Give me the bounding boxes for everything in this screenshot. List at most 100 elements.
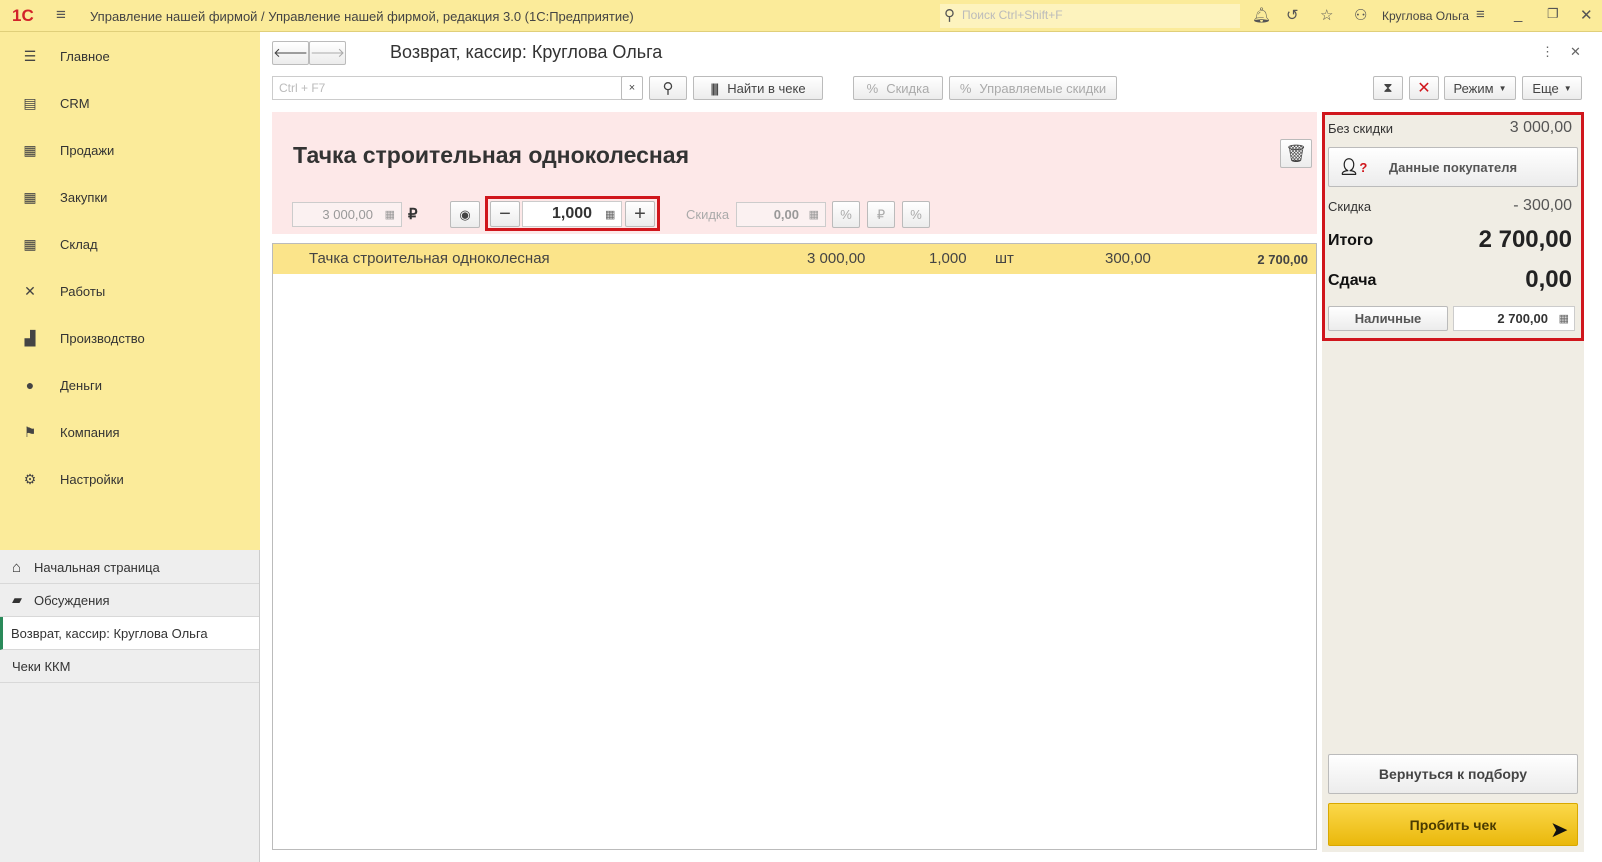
calculator-icon[interactable]: ▦ xyxy=(1559,312,1569,325)
cart-icon: ▦ xyxy=(23,141,37,158)
table-row[interactable]: Тачка строительная одноколесная 3 000,00… xyxy=(273,244,1316,274)
sidebar-item-label: Главное xyxy=(60,48,110,64)
sidebar-item-settings[interactable]: ⚙ Настройки xyxy=(0,464,259,494)
more-options-icon[interactable]: ⋮ xyxy=(1541,44,1554,60)
chevron-down-icon: ▼ xyxy=(1498,83,1507,93)
hourglass-button[interactable]: ⧗ xyxy=(1373,76,1403,100)
restore-icon[interactable]: ❐ xyxy=(1547,6,1559,22)
sidebar-item-label: Склад xyxy=(60,236,98,252)
increase-quantity-button[interactable]: + xyxy=(625,201,655,227)
no-discount-label: Без скидки xyxy=(1328,121,1394,136)
flag-icon: ⚑ xyxy=(23,423,37,440)
back-button[interactable]: 🡐 xyxy=(272,41,309,65)
open-item-label: Возврат, кассир: Круглова Ольга xyxy=(11,625,208,641)
price-field[interactable]: 3 000,00 ▦ xyxy=(292,202,402,227)
search-button[interactable]: ⚲ xyxy=(649,76,687,100)
sidebar-item-label: Настройки xyxy=(60,471,124,487)
sidebar-item-purchases[interactable]: ▦ Закупки xyxy=(0,182,259,212)
sidebar-item-crm[interactable]: ▤ CRM xyxy=(0,88,259,118)
page-title: Возврат, кассир: Круглова Ольга xyxy=(390,42,663,62)
sidebar-item-label: Производство xyxy=(60,330,145,346)
bell-icon[interactable]: 🔔︎ xyxy=(1252,6,1271,24)
quantity-value: 1,000 xyxy=(551,205,593,222)
plus-icon: + xyxy=(634,202,646,225)
sidebar-item-sales[interactable]: ▦ Продажи xyxy=(0,135,259,165)
button-label: Данные покупателя xyxy=(1388,159,1518,175)
view-button[interactable]: ◉ xyxy=(450,201,480,228)
discount-field[interactable]: 0,00 ▦ xyxy=(736,202,826,227)
discount-value: 0,00 xyxy=(773,207,799,222)
forward-button[interactable]: 🡒 xyxy=(309,41,346,65)
clear-search-button[interactable]: × xyxy=(621,76,643,100)
sidebar-item-production[interactable]: ▟ Производство xyxy=(0,323,259,353)
open-item-receipts[interactable]: Чеки ККМ xyxy=(0,650,259,683)
print-receipt-button[interactable]: Пробить чек xyxy=(1328,803,1578,846)
main-menu-icon[interactable]: ≡ xyxy=(56,5,66,25)
button-label: Скидка xyxy=(886,80,930,96)
factory-icon: ▟ xyxy=(24,329,36,346)
no-discount-value: 3 000,00 xyxy=(1509,119,1572,136)
cash-value: 2 700,00 xyxy=(1497,311,1548,326)
button-label: Еще xyxy=(1532,80,1559,96)
sidebar-item-warehouse[interactable]: ▦ Склад xyxy=(0,229,259,259)
user-name[interactable]: Круглова Ольга xyxy=(1382,9,1469,23)
button-label: Управляемые скидки xyxy=(979,80,1107,96)
discount-button[interactable]: % Скидка xyxy=(853,76,943,100)
managed-discount-button[interactable]: % xyxy=(902,201,930,228)
search-placeholder: Ctrl + F7 xyxy=(279,81,326,95)
discount-label: Скидка xyxy=(1328,199,1372,214)
ruble-icon: ₽ xyxy=(876,206,886,222)
sidebar-item-company[interactable]: ⚑ Компания xyxy=(0,417,259,447)
open-item-home[interactable]: ⌂ Начальная страница xyxy=(0,551,259,584)
button-label: Найти в чеке xyxy=(727,80,806,96)
ruble-discount-button[interactable]: ₽ xyxy=(867,201,895,228)
search-icon: ⚲ xyxy=(944,7,955,24)
back-to-selection-button[interactable]: Вернуться к подбору xyxy=(1328,754,1578,794)
sidebar-item-money[interactable]: ● Деньги xyxy=(0,370,259,400)
change-value: 0,00 xyxy=(1525,266,1572,293)
calculator-icon[interactable]: ▦ xyxy=(605,208,615,221)
managed-discounts-button[interactable]: % Управляемые скидки xyxy=(949,76,1117,100)
calculator-icon[interactable]: ▦ xyxy=(809,208,819,221)
star-icon[interactable]: ☆ xyxy=(1320,6,1333,24)
sidebar-item-label: Продажи xyxy=(60,142,115,158)
percent-discount-button[interactable]: % xyxy=(832,201,860,228)
mode-dropdown[interactable]: Режим ▼ xyxy=(1444,76,1516,100)
customer-data-button[interactable]: 👤︎? Данные покупателя xyxy=(1328,147,1578,187)
barcode-search-input[interactable]: Ctrl + F7 xyxy=(272,76,622,100)
open-item-discussions[interactable]: ▰ Обсуждения xyxy=(0,584,259,617)
receipt-table: Тачка строительная одноколесная 3 000,00… xyxy=(272,243,1317,850)
percent-icon: % xyxy=(840,207,852,222)
chat-icon: ▰ xyxy=(12,592,22,607)
product-name: Тачка строительная одноколесная xyxy=(293,142,689,168)
sidebar-item-main[interactable]: ☰ Главное xyxy=(0,41,259,71)
decrease-quantity-button[interactable]: − xyxy=(490,201,520,227)
close-icon[interactable]: ✕ xyxy=(1580,6,1593,24)
crm-icon: ▤ xyxy=(23,94,37,111)
minimize-icon[interactable]: _ xyxy=(1514,6,1522,23)
close-icon: ✕ xyxy=(1417,80,1431,97)
trash-icon: 🗑︎ xyxy=(1285,143,1307,163)
history-icon[interactable]: ↺ xyxy=(1286,6,1299,24)
close-form-icon[interactable]: ✕ xyxy=(1570,44,1581,60)
user-icon[interactable]: ⚇ xyxy=(1354,6,1367,24)
app-title: Управление нашей фирмой / Управление наш… xyxy=(90,9,634,24)
more-dropdown[interactable]: Еще ▼ xyxy=(1522,76,1582,100)
sidebar-item-label: Закупки xyxy=(60,189,108,205)
minus-icon: − xyxy=(499,202,511,225)
total-label: Итого xyxy=(1328,232,1374,249)
sidebar-item-works[interactable]: ✕ Работы xyxy=(0,276,259,306)
open-item-label: Обсуждения xyxy=(34,592,110,608)
open-item-label: Начальная страница xyxy=(34,559,160,575)
cash-amount-field[interactable]: 2 700,00 ▦ xyxy=(1453,306,1575,331)
delete-item-button[interactable]: 🗑︎ xyxy=(1280,139,1312,168)
menu-icon[interactable]: ≡ xyxy=(1476,6,1485,23)
open-item-return[interactable]: Возврат, кассир: Круглова Ольга xyxy=(0,617,259,650)
cash-button[interactable]: Наличные xyxy=(1328,306,1448,331)
cell-unit: шт xyxy=(995,250,1014,267)
cancel-button[interactable]: ✕ xyxy=(1409,76,1439,100)
cell-discount: 300,00 xyxy=(1105,250,1151,267)
find-in-receipt-button[interactable]: ||||| Найти в чеке xyxy=(693,76,823,100)
global-search-input[interactable]: ⚲ Поиск Ctrl+Shift+F xyxy=(940,4,1240,28)
calculator-icon[interactable]: ▦ xyxy=(385,208,395,221)
